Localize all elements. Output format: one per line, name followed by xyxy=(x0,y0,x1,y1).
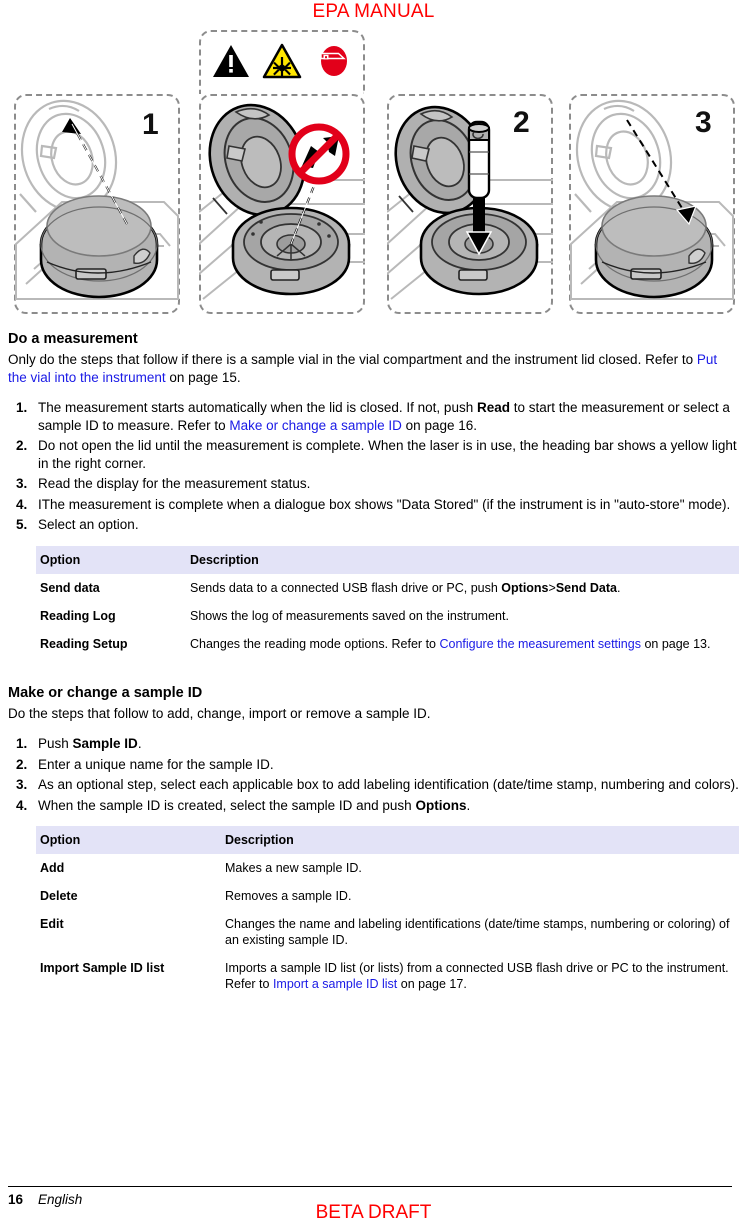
steps-do-a-measurement: The measurement starts automatically whe… xyxy=(8,399,739,534)
warning-icons-row xyxy=(206,38,358,84)
option-send-data: Send data xyxy=(40,580,100,595)
list-item: Select an option. xyxy=(8,516,739,534)
section-title-do-a-measurement: Do a measurement xyxy=(8,331,138,347)
table-row: Send data Sends data to a connected USB … xyxy=(36,574,739,602)
step-text-4b: . xyxy=(466,797,471,813)
option-reading-setup: Reading Setup xyxy=(40,636,128,651)
column-header-option: Option xyxy=(36,826,221,854)
desc-page-ref: on page 13. xyxy=(640,636,711,651)
button-ref-sample-id: Sample ID xyxy=(72,736,138,751)
instrument-drawing-step-2: 2 xyxy=(387,105,553,300)
svg-text:2: 2 xyxy=(513,106,530,139)
menu-ref-options: Options xyxy=(501,580,549,595)
section-title-make-or-change-a-sample-id: Make or change a sample ID xyxy=(8,684,203,701)
list-item: Enter a unique name for the sample ID. xyxy=(8,756,739,774)
list-item: When the sample ID is created, select th… xyxy=(8,797,739,815)
desc-text: Changes the reading mode options. Refer … xyxy=(190,636,440,651)
face-shield-icon xyxy=(319,46,347,76)
desc-text: Sends data to a connected USB flash driv… xyxy=(190,580,502,595)
options-table-measurement: Option Description Send data Sends data … xyxy=(36,545,739,658)
sample-vial xyxy=(467,120,491,200)
list-item: The measurement starts automatically whe… xyxy=(8,399,739,434)
column-header-description: Description xyxy=(221,826,739,854)
step-text-1c: on page 16. xyxy=(401,417,477,433)
desc-period: . xyxy=(616,580,621,595)
menu-ref-send-data: Send Data xyxy=(555,580,617,595)
svg-text:3: 3 xyxy=(695,106,712,139)
option-delete: Delete xyxy=(40,889,78,903)
step-text-1b: . xyxy=(137,736,142,751)
xref-import-a-sample-id-list[interactable]: Import a sample ID list xyxy=(273,977,397,991)
no-look-into-beam-icon xyxy=(288,123,350,185)
beta-draft-watermark: BETA DRAFT xyxy=(315,1202,432,1223)
list-item: Push Sample ID. xyxy=(8,735,739,753)
table-header-row: Option Description xyxy=(36,545,739,574)
step-text-5: Select an option. xyxy=(38,517,139,532)
table-row: Add Makes a new sample ID. xyxy=(36,854,739,882)
document-body: Do a measurement Only do the steps that … xyxy=(8,330,739,998)
table-row: Reading Log Shows the log of measurement… xyxy=(36,602,739,630)
list-item: As an optional step, select each applica… xyxy=(8,776,739,794)
document-page: EPA MANUAL 1 2 3 Do a measurement Only d… xyxy=(0,0,747,1223)
list-item: Read the display for the measurement sta… xyxy=(8,475,739,493)
table-row: Reading Setup Changes the reading mode o… xyxy=(36,630,739,658)
column-header-option: Option xyxy=(36,545,186,574)
step-text-1a: Push xyxy=(38,736,73,751)
options-table-sample-id: Option Description Add Makes a new sampl… xyxy=(36,826,739,998)
section-intro-do-a-measurement: Only do the steps that follow if there i… xyxy=(8,351,739,386)
desc-page-ref: on page 17. xyxy=(397,977,467,991)
button-ref-read: Read xyxy=(476,400,510,415)
table-header-row: Option Description xyxy=(36,826,739,854)
option-description: Removes a sample ID. xyxy=(225,889,352,903)
option-description: Changes the reading mode options. Refer … xyxy=(186,630,739,658)
option-description: Changes the name and labeling identifica… xyxy=(225,917,730,947)
step-text-2: Enter a unique name for the sample ID. xyxy=(38,756,274,772)
option-description: Shows the log of measurements saved on t… xyxy=(190,608,509,623)
step-text-4: IThe measurement is complete when a dial… xyxy=(38,496,731,512)
option-add: Add xyxy=(40,861,65,875)
step-text-3: Read the display for the measurement sta… xyxy=(38,476,311,491)
instrument-drawing-step-3: 3 xyxy=(570,99,734,300)
table-row: Import Sample ID list Imports a sample I… xyxy=(36,954,739,998)
option-description: Makes a new sample ID. xyxy=(225,861,362,875)
steps-make-or-change-a-sample-id: Push Sample ID. Enter a unique name for … xyxy=(8,735,739,814)
table-row: Edit Changes the name and labeling ident… xyxy=(36,910,739,954)
step-text-1a: The measurement starts automatically whe… xyxy=(38,400,477,415)
laser-warning-icon xyxy=(262,43,302,79)
xref-configure-the-measurement-settings[interactable]: Configure the measurement settings xyxy=(439,637,641,651)
list-item: Do not open the lid until the measuremen… xyxy=(8,437,739,472)
intro-text-post: on page 15. xyxy=(165,369,241,385)
step-text-3: As an optional step, select each applica… xyxy=(38,777,739,792)
instrument-drawing-step-1: 1 xyxy=(15,99,179,300)
footer-divider xyxy=(8,1186,732,1187)
table-row: Delete Removes a sample ID. xyxy=(36,882,739,910)
step-text-4a: When the sample ID is created, select th… xyxy=(38,797,416,813)
option-description: Sends data to a connected USB flash driv… xyxy=(186,574,739,602)
step-text-2: Do not open the lid until the measuremen… xyxy=(38,438,737,471)
svg-text:1: 1 xyxy=(142,108,159,141)
section-intro-make-or-change-a-sample-id: Do the steps that follow to add, change,… xyxy=(8,705,431,721)
general-warning-icon xyxy=(213,45,250,77)
option-import-sample-id-list: Import Sample ID list xyxy=(40,961,165,975)
intro-text-pre: Only do the steps that follow if there i… xyxy=(8,352,697,367)
epa-manual-watermark: EPA MANUAL xyxy=(312,1,435,22)
option-reading-log: Reading Log xyxy=(40,608,116,623)
instrument-illustration: 1 2 3 xyxy=(0,28,747,318)
xref-make-or-change-a-sample-id[interactable]: Make or change a sample ID xyxy=(229,418,402,433)
list-item: IThe measurement is complete when a dial… xyxy=(8,496,739,514)
page-footer: 16 English BETA DRAFT xyxy=(8,1190,739,1223)
button-ref-options: Options xyxy=(415,797,467,813)
instrument-drawing-warning xyxy=(199,103,365,300)
option-description: Imports a sample ID list (or lists) from… xyxy=(221,954,739,998)
desc-sep: > xyxy=(548,580,556,595)
column-header-description: Description xyxy=(186,545,739,574)
option-edit: Edit xyxy=(40,917,64,931)
